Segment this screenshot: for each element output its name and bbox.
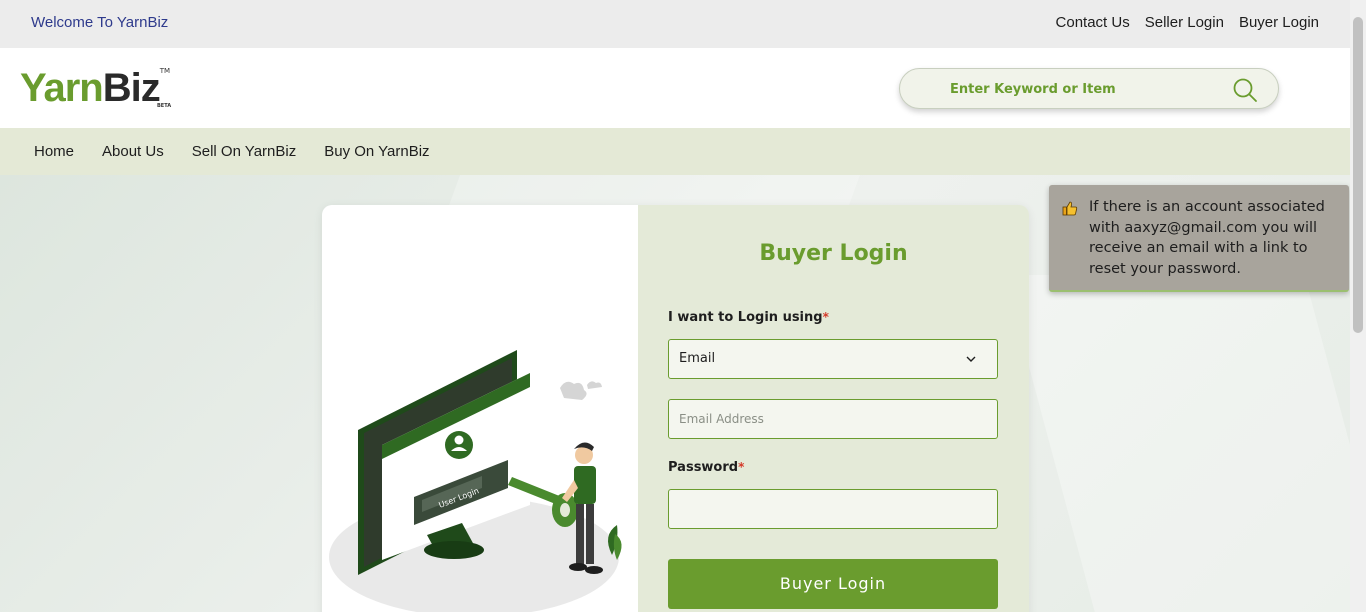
scrollbar-thumb[interactable]: [1353, 17, 1363, 333]
email-field: [668, 399, 998, 439]
logo-yarn-text: Yarn: [20, 66, 104, 110]
top-links: Contact Us Seller Login Buyer Login: [1056, 14, 1319, 31]
toast-message: If there is an account associated with a…: [1089, 199, 1325, 277]
password-label-text: Password: [668, 460, 739, 475]
thumbs-up-icon: [1062, 201, 1078, 216]
header: Yarn Biz TM BETA: [0, 48, 1350, 128]
buyer-login-button[interactable]: Buyer Login: [668, 559, 998, 609]
password-input[interactable]: [669, 490, 997, 528]
login-illustration-svg: User Login: [329, 350, 622, 612]
logo-biz-text: Biz: [102, 66, 161, 110]
nav-buy-on-yarnbiz[interactable]: Buy On YarnBiz: [324, 143, 429, 160]
main-nav: Home About Us Sell On YarnBiz Buy On Yar…: [0, 128, 1350, 175]
search-input[interactable]: [950, 79, 1230, 99]
email-input[interactable]: [669, 400, 997, 438]
seller-login-link[interactable]: Seller Login: [1145, 14, 1224, 31]
password-reset-toast: If there is an account associated with a…: [1049, 185, 1349, 292]
contact-us-link[interactable]: Contact Us: [1056, 14, 1130, 31]
yarnbiz-logo[interactable]: Yarn Biz TM BETA: [20, 64, 172, 110]
welcome-text: Welcome To YarnBiz: [31, 14, 169, 31]
buyer-login-link[interactable]: Buyer Login: [1239, 14, 1319, 31]
password-field: [668, 489, 998, 529]
search-box: [899, 68, 1279, 109]
login-illustration: User Login: [322, 205, 638, 612]
logo-trademark: TM: [159, 67, 171, 75]
login-method-value: Email: [679, 351, 716, 366]
login-title: Buyer Login: [759, 241, 908, 266]
nav-about-us[interactable]: About Us: [102, 143, 164, 160]
nav-sell-on-yarnbiz[interactable]: Sell On YarnBiz: [192, 143, 297, 160]
logo-beta: BETA: [157, 103, 172, 109]
login-card: User Login Buyer Login I want to Login u: [322, 205, 1029, 612]
top-bar: Welcome To YarnBiz Contact Us Seller Log…: [0, 0, 1350, 48]
chevron-down-icon: [966, 356, 976, 362]
page-scrollbar[interactable]: [1350, 0, 1366, 612]
login-form: Buyer Login I want to Login using* Email…: [638, 205, 1029, 612]
search-icon[interactable]: [1232, 77, 1258, 103]
login-method-select[interactable]: Email: [668, 339, 998, 379]
password-label: Password*: [668, 460, 744, 475]
background-shape: [1004, 275, 1350, 612]
nav-home[interactable]: Home: [34, 143, 74, 160]
login-using-label: I want to Login using*: [668, 310, 829, 325]
login-using-label-text: I want to Login using: [668, 310, 823, 325]
required-mark: *: [738, 460, 745, 474]
required-mark: *: [822, 310, 829, 324]
